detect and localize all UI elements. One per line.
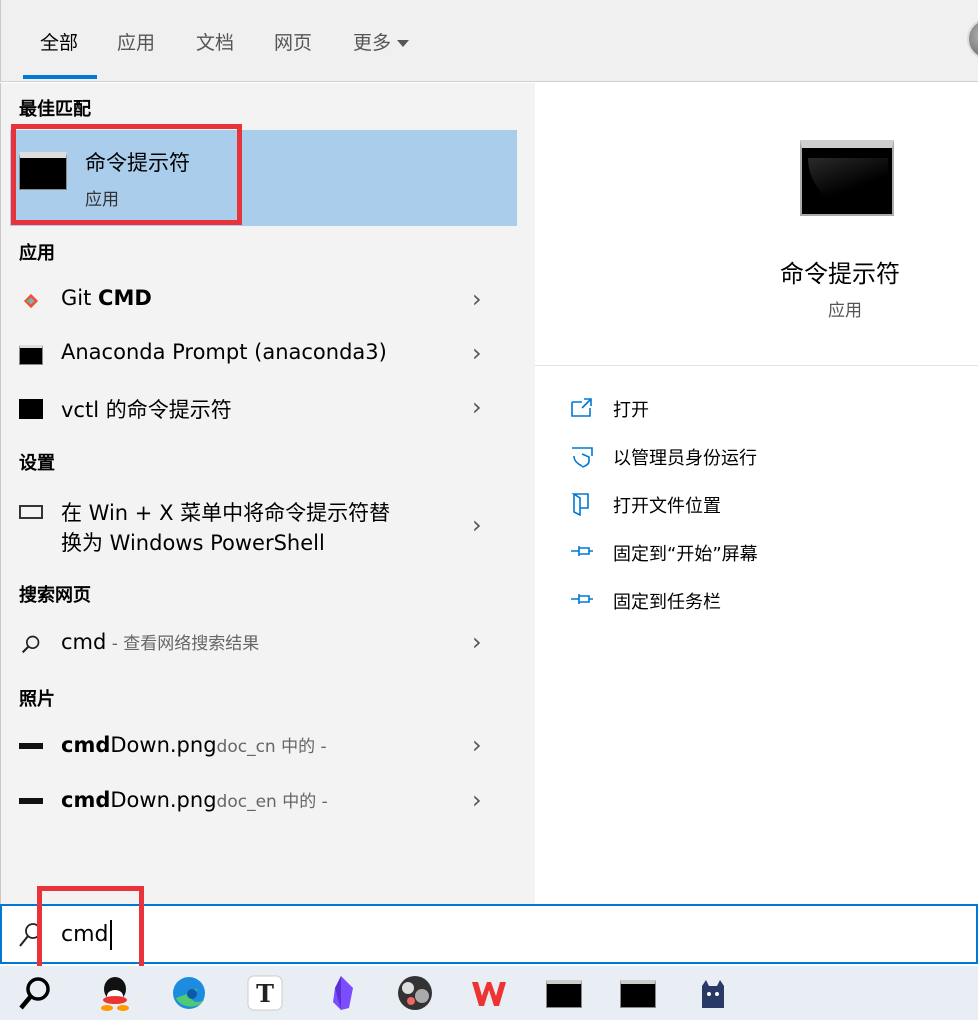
annotation-highlight-box bbox=[37, 886, 144, 972]
list-item-photo[interactable]: cmdDown.pngdoc_en 中的 - › bbox=[10, 778, 517, 826]
photo-location: doc_cn 中的 - bbox=[216, 737, 327, 757]
shield-icon bbox=[572, 447, 593, 468]
app-name: vctl 的命令提示符 bbox=[61, 398, 232, 422]
action-label: 以管理员身份运行 bbox=[613, 448, 757, 469]
action-label: 打开文件位置 bbox=[613, 496, 721, 517]
avatar[interactable] bbox=[967, 18, 978, 60]
terminal-icon[interactable] bbox=[620, 980, 656, 1008]
web-query: cmd bbox=[61, 630, 107, 654]
section-best-match: 最佳匹配 bbox=[19, 99, 91, 120]
web-hint: - 查看网络搜索结果 bbox=[106, 634, 260, 654]
action-label: 固定到“开始”屏幕 bbox=[613, 544, 758, 565]
setting-line-1: 在 Win + X 菜单中将命令提示符替 bbox=[61, 501, 391, 525]
chevron-right-icon[interactable]: › bbox=[472, 393, 482, 421]
photo-name: Down.png bbox=[110, 788, 217, 812]
pin-icon bbox=[571, 546, 593, 556]
section-settings: 设置 bbox=[19, 453, 55, 474]
list-item-photo[interactable]: cmdDown.pngdoc_cn 中的 - › bbox=[10, 723, 517, 771]
search-icon[interactable] bbox=[18, 974, 56, 1012]
section-apps: 应用 bbox=[19, 243, 55, 264]
list-item-anaconda-prompt[interactable]: Anaconda Prompt (anaconda3) › bbox=[10, 331, 517, 379]
chevron-right-icon[interactable]: › bbox=[472, 786, 482, 814]
search-scope-tabbar: 全部 应用 文档 网页 更多 bbox=[0, 0, 978, 82]
photo-name: Down.png bbox=[110, 733, 217, 757]
terminal-icon bbox=[19, 399, 43, 419]
obsidian-icon[interactable] bbox=[322, 974, 360, 1012]
search-icon bbox=[21, 635, 40, 654]
wps-office-icon[interactable] bbox=[470, 974, 508, 1012]
terminal-icon bbox=[19, 345, 43, 365]
preview-subtitle: 应用 bbox=[828, 301, 862, 321]
anime-app-icon[interactable] bbox=[396, 974, 434, 1012]
list-item-vctl-prompt[interactable]: vctl 的命令提示符 › bbox=[10, 385, 517, 433]
image-thumbnail-icon bbox=[19, 798, 43, 804]
chevron-right-icon[interactable]: › bbox=[472, 339, 482, 367]
preview-divider bbox=[535, 365, 978, 366]
command-prompt-large-icon bbox=[800, 140, 894, 216]
action-label: 固定到任务栏 bbox=[613, 592, 721, 613]
chevron-down-icon bbox=[397, 40, 410, 47]
section-photos: 照片 bbox=[19, 689, 55, 710]
preview-title: 命令提示符 bbox=[780, 260, 900, 288]
tab-documents[interactable]: 文档 bbox=[196, 28, 234, 55]
action-label: 打开 bbox=[613, 400, 649, 421]
typora-icon[interactable]: T bbox=[246, 974, 284, 1012]
setting-line-2: 换为 Windows PowerShell bbox=[61, 531, 325, 555]
preview-panel bbox=[535, 98, 978, 905]
photo-name-match: cmd bbox=[61, 788, 111, 812]
app-name: Anaconda Prompt (anaconda3) bbox=[61, 340, 387, 364]
list-item-git-cmd[interactable]: Git CMD › bbox=[10, 277, 517, 325]
terminal-icon[interactable] bbox=[546, 980, 582, 1008]
monitor-icon bbox=[19, 505, 43, 519]
qq-icon[interactable] bbox=[96, 974, 134, 1012]
section-web: 搜索网页 bbox=[19, 585, 91, 606]
tab-all[interactable]: 全部 bbox=[40, 28, 78, 55]
app-name-match: CMD bbox=[98, 286, 152, 310]
photo-name-match: cmd bbox=[61, 733, 111, 757]
folder-icon bbox=[571, 493, 589, 516]
edge-browser-icon[interactable] bbox=[170, 974, 208, 1012]
app-name: Git bbox=[61, 286, 99, 310]
list-item-web-search[interactable]: cmd - 查看网络搜索结果 › bbox=[10, 620, 517, 668]
git-icon bbox=[23, 293, 39, 309]
active-tab-indicator bbox=[23, 75, 97, 79]
tab-apps[interactable]: 应用 bbox=[117, 28, 155, 55]
tab-web[interactable]: 网页 bbox=[274, 28, 312, 55]
annotation-highlight-box bbox=[11, 124, 242, 225]
chevron-right-icon[interactable]: › bbox=[472, 285, 482, 313]
search-box[interactable] bbox=[0, 904, 978, 964]
list-item-setting-powershell[interactable]: 在 Win + X 菜单中将命令提示符替 换为 Windows PowerShe… bbox=[10, 497, 517, 561]
chevron-right-icon[interactable]: › bbox=[472, 511, 482, 539]
tab-more[interactable]: 更多 bbox=[353, 28, 410, 55]
photo-location: doc_en 中的 - bbox=[216, 792, 328, 812]
svg-text:T: T bbox=[256, 979, 274, 1008]
chevron-right-icon[interactable]: › bbox=[472, 731, 482, 759]
chevron-right-icon[interactable]: › bbox=[472, 628, 482, 656]
pin-icon bbox=[571, 594, 593, 604]
open-icon bbox=[571, 398, 592, 417]
image-thumbnail-icon bbox=[19, 743, 43, 749]
tab-more-label: 更多 bbox=[353, 32, 392, 54]
cat-app-icon[interactable] bbox=[694, 974, 732, 1012]
